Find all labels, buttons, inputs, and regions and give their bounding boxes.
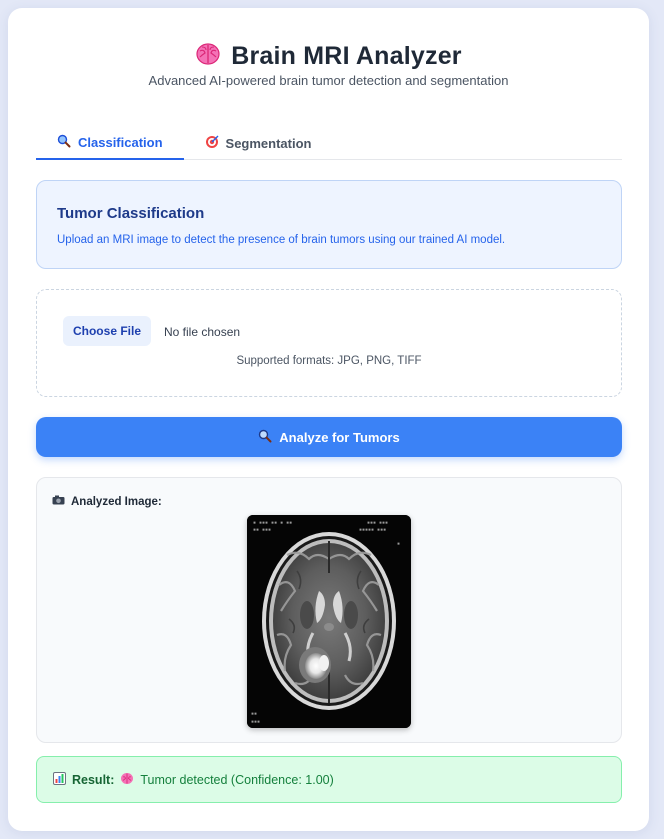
brain-icon	[120, 772, 134, 788]
choose-file-button[interactable]: Choose File	[63, 316, 151, 346]
tab-label: Classification	[78, 134, 163, 150]
magnifier-icon	[57, 134, 71, 151]
tab-bar: Classification Segmentation	[36, 126, 622, 160]
target-icon	[205, 135, 219, 152]
result-banner: Result: Tumor detected (Confidence: 1.00…	[36, 756, 622, 803]
analyzed-image-label: Analyzed Image:	[71, 495, 162, 508]
main-card: Brain MRI Analyzer Advanced AI-powered b…	[8, 8, 649, 831]
supported-formats: Supported formats: JPG, PNG, TIFF	[236, 355, 422, 367]
analyzed-image-panel: Analyzed Image: ▪ ▪▪▪ ▪▪ ▪ ▪▪ ▪▪ ▪▪▪ ▪▪▪…	[36, 477, 622, 743]
result-text: Tumor detected (Confidence: 1.00)	[140, 772, 334, 787]
camera-icon	[52, 495, 65, 508]
magnifier-icon	[258, 429, 272, 446]
header: Brain MRI Analyzer	[8, 42, 649, 71]
page-subtitle: Advanced AI-powered brain tumor detectio…	[148, 73, 509, 88]
info-description: Upload an MRI image to detect the presen…	[57, 234, 506, 246]
analyze-button[interactable]: Analyze for Tumors	[36, 417, 622, 457]
file-status: No file chosen	[164, 325, 241, 339]
svg-text:▪▪▪: ▪▪▪	[251, 719, 260, 725]
analyze-button-label: Analyze for Tumors	[279, 429, 400, 445]
tab-segmentation[interactable]: Segmentation	[184, 126, 333, 160]
svg-text:▪▪ ▪▪▪: ▪▪ ▪▪▪	[253, 527, 271, 533]
result-label: Result:	[72, 772, 115, 787]
svg-text:▪▪: ▪▪	[251, 711, 257, 717]
mri-scan-image: ▪ ▪▪▪ ▪▪ ▪ ▪▪ ▪▪ ▪▪▪ ▪▪▪ ▪▪▪ ▪▪▪▪▪ ▪▪▪ ▪…	[247, 515, 411, 728]
svg-text:▪▪▪ ▪▪▪: ▪▪▪ ▪▪▪	[367, 520, 388, 526]
analyzed-image-heading: Analyzed Image:	[52, 495, 162, 508]
page-title: Brain MRI Analyzer	[231, 42, 462, 70]
info-title: Tumor Classification	[57, 205, 205, 222]
tab-label: Segmentation	[225, 135, 312, 151]
svg-text:▪▪▪▪▪ ▪▪▪: ▪▪▪▪▪ ▪▪▪	[359, 527, 386, 533]
svg-text:▪: ▪	[397, 541, 400, 547]
svg-text:▪ ▪▪▪ ▪▪ ▪ ▪▪: ▪ ▪▪▪ ▪▪ ▪ ▪▪	[253, 520, 292, 526]
tab-classification[interactable]: Classification	[36, 126, 184, 160]
chart-icon	[53, 771, 66, 788]
upload-dropzone[interactable]: Choose File No file chosen Supported for…	[36, 289, 622, 397]
brain-icon	[195, 42, 221, 71]
info-panel: Tumor Classification Upload an MRI image…	[36, 180, 622, 269]
